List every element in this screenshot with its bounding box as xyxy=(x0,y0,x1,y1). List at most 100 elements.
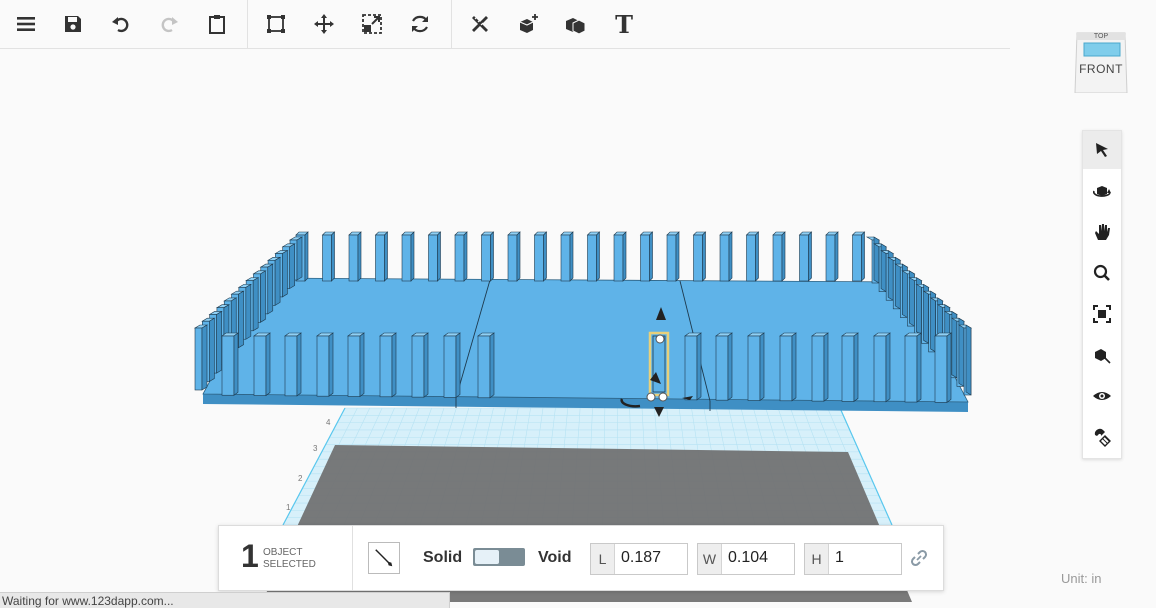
save-icon[interactable] xyxy=(55,6,91,42)
post-side xyxy=(331,231,335,282)
snap-magnet-icon[interactable] xyxy=(1083,418,1121,456)
paste-icon[interactable] xyxy=(199,6,235,42)
back-posts xyxy=(295,231,866,282)
color-picker-button[interactable] xyxy=(368,542,400,574)
post-side xyxy=(853,332,859,403)
inspector-divider xyxy=(352,526,353,590)
resize-handle[interactable] xyxy=(658,392,668,402)
menu-icon[interactable] xyxy=(8,6,44,42)
select-icon[interactable] xyxy=(1083,131,1121,169)
post-face xyxy=(560,234,571,282)
selection-label-line2: SELECTED xyxy=(263,559,316,570)
height-field: H xyxy=(804,543,902,575)
post-face xyxy=(477,335,491,399)
post-face xyxy=(779,335,793,402)
post xyxy=(745,231,760,282)
cube-front-label[interactable]: FRONT xyxy=(1074,62,1128,76)
visibility-icon[interactable] xyxy=(1083,377,1121,415)
post-side xyxy=(289,243,295,289)
move-icon[interactable] xyxy=(306,6,342,42)
snap-grid-icon[interactable] xyxy=(258,6,294,42)
post-side xyxy=(410,231,415,282)
post-side xyxy=(885,332,891,403)
post-side xyxy=(282,250,288,298)
zoom-icon[interactable] xyxy=(1083,254,1121,292)
post xyxy=(666,231,680,282)
post-side xyxy=(834,231,839,282)
width-input[interactable] xyxy=(722,544,794,572)
post-face xyxy=(194,327,203,391)
post xyxy=(934,332,952,403)
post-side xyxy=(423,332,429,398)
post-side xyxy=(755,231,759,282)
post-face xyxy=(693,234,703,282)
post xyxy=(427,231,442,282)
post xyxy=(873,332,891,403)
post xyxy=(401,231,415,282)
post-side xyxy=(965,324,972,396)
redo-icon[interactable] xyxy=(151,6,187,42)
post-face xyxy=(904,335,918,403)
post-face xyxy=(316,335,330,397)
selection-label: OBJECT SELECTED xyxy=(263,547,316,571)
post-face xyxy=(253,335,267,396)
toolbar-divider xyxy=(451,0,452,48)
solid-void-toggle[interactable] xyxy=(473,548,525,566)
fit-view-icon[interactable] xyxy=(1083,295,1121,333)
browser-status-bar: Waiting for www.123dapp.com... xyxy=(0,592,450,608)
view-tools-panel xyxy=(1082,130,1122,459)
length-input[interactable] xyxy=(615,544,687,572)
solid-label[interactable]: Solid xyxy=(423,549,462,567)
scale-icon[interactable] xyxy=(354,6,390,42)
resize-handle[interactable] xyxy=(646,392,656,402)
void-label[interactable]: Void xyxy=(538,549,571,567)
post xyxy=(684,332,702,401)
undo-icon[interactable] xyxy=(103,6,139,42)
post-side xyxy=(252,277,259,332)
post-side xyxy=(489,332,495,399)
post xyxy=(193,324,209,391)
post-side xyxy=(951,310,958,379)
width-key: W xyxy=(698,544,722,574)
post xyxy=(613,231,627,282)
post xyxy=(851,231,866,282)
post-face xyxy=(772,234,783,282)
orbit-icon[interactable] xyxy=(1083,172,1121,210)
cube-top-label[interactable]: TOP xyxy=(1074,33,1128,40)
post-side xyxy=(916,332,922,403)
post-side xyxy=(946,332,952,403)
post-side xyxy=(209,317,215,383)
add-shape-icon[interactable] xyxy=(510,6,546,42)
post xyxy=(284,332,302,397)
post-side xyxy=(516,231,521,282)
post-face xyxy=(587,234,597,282)
link-dimensions-icon[interactable] xyxy=(909,548,929,568)
group-icon[interactable] xyxy=(557,6,593,42)
post xyxy=(316,332,334,397)
post xyxy=(825,231,839,282)
post-face xyxy=(934,335,948,403)
post-side xyxy=(391,332,397,398)
pan-icon[interactable] xyxy=(1083,213,1121,251)
post-side xyxy=(861,231,865,282)
measure-icon[interactable] xyxy=(462,6,498,42)
view-cube[interactable]: TOP FRONT xyxy=(1074,29,1128,94)
length-key: L xyxy=(591,544,615,574)
rotate-icon[interactable] xyxy=(402,6,438,42)
toggle-knob[interactable] xyxy=(475,550,499,564)
post-side xyxy=(265,332,271,397)
resize-handle[interactable] xyxy=(655,334,665,344)
post xyxy=(533,231,548,282)
text-icon[interactable]: T xyxy=(606,6,642,42)
post xyxy=(560,231,574,282)
post-side xyxy=(357,231,362,282)
units-label: Unit: in xyxy=(1061,571,1102,586)
post-side xyxy=(359,332,365,398)
post-face xyxy=(347,335,361,397)
grid-number: 3 xyxy=(313,444,318,453)
height-input[interactable] xyxy=(829,544,901,572)
post-side xyxy=(696,332,702,401)
post-side xyxy=(728,231,733,282)
post-side xyxy=(727,332,733,401)
perspective-icon[interactable] xyxy=(1083,336,1121,374)
